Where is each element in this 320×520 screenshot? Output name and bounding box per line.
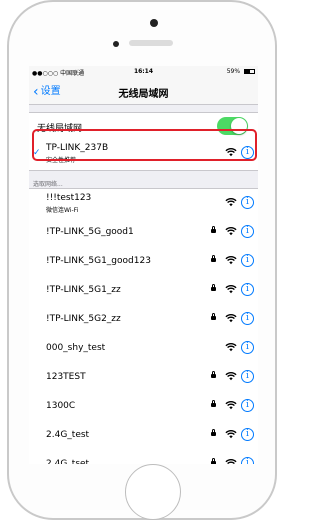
info-icon[interactable]: i — [241, 196, 254, 209]
lock-icon — [211, 226, 216, 233]
network-name: 000_shy_test — [46, 343, 106, 353]
wifi-icon — [225, 343, 237, 352]
wifi-icon — [225, 314, 237, 323]
wifi-icon — [225, 227, 237, 236]
lock-icon — [211, 284, 216, 291]
connected-network-row[interactable]: ✓ TP-LINK_237B 安全性推荐 i — [29, 139, 258, 170]
network-name: 2.4G_test — [46, 430, 90, 440]
screen: ●●○○○ 中国联通 16:14 59% ‹ 设置 无线局域网 无线局域网 ✓ T… — [29, 66, 258, 464]
network-name: !TP-LINK_5G_good1 — [46, 227, 134, 237]
clock: 16:14 — [133, 68, 154, 75]
info-icon[interactable]: i — [241, 225, 254, 238]
info-icon[interactable]: i — [241, 370, 254, 383]
section-header: 选取网络... — [33, 181, 63, 188]
info-icon[interactable]: i — [241, 457, 254, 464]
network-row[interactable]: 2.4G_tset i — [29, 450, 258, 464]
toggle-knob — [231, 118, 247, 134]
earpiece-speaker — [129, 40, 173, 46]
network-row[interactable]: 123TEST i — [29, 363, 258, 392]
lock-icon — [211, 371, 216, 378]
info-icon[interactable]: i — [241, 254, 254, 267]
wifi-icon — [225, 401, 237, 410]
lock-icon — [211, 255, 216, 262]
wifi-icon — [225, 372, 237, 381]
network-name: 2.4G_tset — [46, 459, 90, 464]
network-row[interactable]: !TP-LINK_5G_good1 i — [29, 218, 258, 247]
network-name: !TP-LINK_5G1_good123 — [46, 256, 151, 266]
wifi-icon — [225, 459, 237, 464]
battery-status: 59% — [227, 68, 255, 75]
network-name: 1300C — [46, 401, 76, 411]
wlan-group: 无线局域网 ✓ TP-LINK_237B 安全性推荐 i — [29, 112, 258, 171]
wifi-icon — [225, 256, 237, 265]
network-row[interactable]: !TP-LINK_5G1_zz i — [29, 276, 258, 305]
navigation-bar: ‹ 设置 无线局域网 — [29, 77, 258, 105]
network-row[interactable]: 1300C i — [29, 392, 258, 421]
network-row[interactable]: !TP-LINK_5G1_good123 i — [29, 247, 258, 276]
battery-percent: 59% — [226, 68, 241, 75]
network-row[interactable]: 2.4G_test i — [29, 421, 258, 450]
wifi-icon — [225, 148, 237, 157]
home-button[interactable] — [125, 464, 181, 520]
page-title: 无线局域网 — [118, 89, 169, 100]
camera-dot — [150, 19, 158, 27]
info-icon[interactable]: i — [241, 146, 254, 159]
network-name: !TP-LINK_5G2_zz — [46, 314, 121, 324]
network-name: !TP-LINK_5G1_zz — [46, 285, 121, 295]
battery-icon — [244, 69, 255, 74]
network-row[interactable]: !!!test123 微信连Wi-Fi i — [29, 189, 258, 218]
network-row[interactable]: 000_shy_test i — [29, 334, 258, 363]
wifi-icon — [225, 198, 237, 207]
lock-icon — [211, 429, 216, 436]
lock-icon — [211, 458, 216, 464]
wlan-toggle-switch[interactable] — [217, 117, 248, 135]
checkmark-icon: ✓ — [33, 148, 41, 158]
wlan-toggle-label: 无线局域网 — [37, 124, 83, 134]
connected-network-name: TP-LINK_237B — [46, 143, 109, 153]
info-icon[interactable]: i — [241, 312, 254, 325]
info-icon[interactable]: i — [241, 341, 254, 354]
wifi-icon — [225, 430, 237, 439]
network-list: !!!test123 微信连Wi-Fi i !TP-LINK_5G_good1 i !TP… — [29, 188, 258, 464]
status-bar: ●●○○○ 中国联通 16:14 59% — [29, 66, 258, 77]
info-icon[interactable]: i — [241, 399, 254, 412]
info-icon[interactable]: i — [241, 283, 254, 296]
network-subtitle: 微信连Wi-Fi — [46, 207, 79, 214]
network-name: 123TEST — [46, 372, 86, 382]
network-name: !!!test123 — [46, 193, 92, 203]
lock-icon — [211, 313, 216, 320]
front-camera — [113, 41, 119, 47]
connected-network-subtitle: 安全性推荐 — [46, 157, 77, 164]
wlan-toggle-row: 无线局域网 — [29, 113, 258, 139]
info-icon[interactable]: i — [241, 428, 254, 441]
network-row[interactable]: !TP-LINK_5G2_zz i — [29, 305, 258, 334]
lock-icon — [211, 400, 216, 407]
wifi-icon — [225, 285, 237, 294]
